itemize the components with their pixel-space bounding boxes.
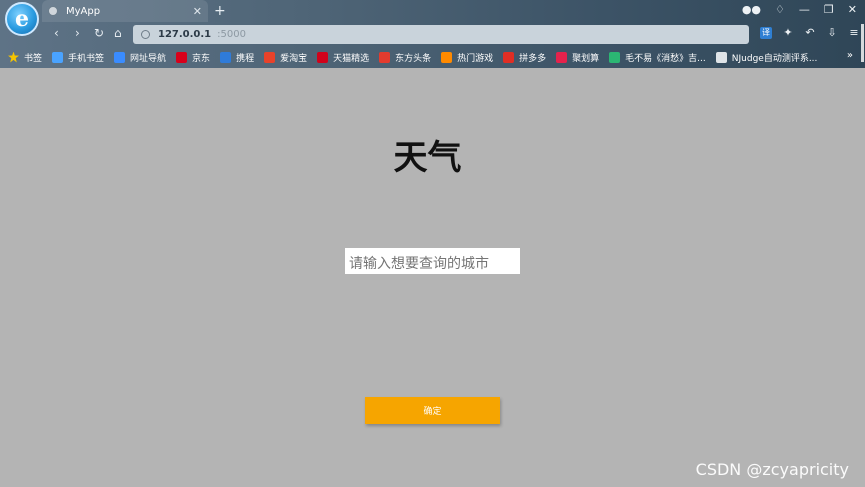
bookmark-label: 拼多多 xyxy=(519,53,547,64)
bookmark-icon xyxy=(52,51,64,63)
bookmark-item[interactable]: 携程 xyxy=(220,51,254,64)
bookmark-label: 毛不易《消愁》吉... xyxy=(625,53,706,64)
bookmark-item[interactable]: 毛不易《消愁》吉... xyxy=(609,51,706,64)
bookmark-item[interactable]: 热门游戏 xyxy=(441,51,493,64)
close-window-button[interactable]: ✕ xyxy=(848,3,857,16)
menu-icon[interactable]: ≡ xyxy=(848,27,860,39)
undo-icon[interactable]: ↶ xyxy=(804,27,816,39)
mask-icon[interactable]: ●● xyxy=(742,3,761,16)
tab-myapp[interactable]: MyApp ✕ xyxy=(42,0,208,22)
bookmark-label: 京东 xyxy=(192,53,211,64)
bookmark-item[interactable]: 网址导航 xyxy=(114,51,166,64)
bookmark-icon xyxy=(114,51,126,63)
bookmark-label: 天猫精选 xyxy=(333,53,370,64)
bookmark-item[interactable]: 东方头条 xyxy=(379,51,431,64)
bookmark-label: 热门游戏 xyxy=(457,53,494,64)
bookmarks-bar: 书签 手机书签 网址导航 京东 携程 爱淘宝 天猫精选 东方头条 热门游戏 拼多多 聚划算 毛不易《消… xyxy=(0,46,865,68)
bookmark-item[interactable]: NJudge自动测评系... xyxy=(715,51,818,64)
bookmark-item[interactable]: 拼多多 xyxy=(503,51,546,64)
address-url: 127.0.0.1 xyxy=(158,29,212,40)
minimize-button[interactable]: — xyxy=(799,3,810,16)
address-port: :5000 xyxy=(217,29,246,40)
browser-chrome: e MyApp ✕ + ●● ♢ — ❐ ✕ ‹ › ↻ ⌂ 127.0.0.1… xyxy=(0,0,865,68)
bookmark-icon xyxy=(556,51,568,63)
bookmark-label: 聚划算 xyxy=(572,53,600,64)
bookmark-label: 网址导航 xyxy=(130,53,167,64)
confirm-button[interactable]: 确定 xyxy=(365,397,500,424)
site-info-icon[interactable] xyxy=(141,30,150,39)
back-button[interactable]: ‹ xyxy=(54,26,59,40)
forward-button[interactable]: › xyxy=(75,26,80,40)
bookmark-icon xyxy=(176,51,188,63)
bookmark-item[interactable]: 京东 xyxy=(176,51,210,64)
new-tab-button[interactable]: + xyxy=(214,3,226,19)
bookmark-label: 携程 xyxy=(236,53,255,64)
reload-button[interactable]: ↻ xyxy=(94,26,104,40)
bookmarks-more-icon[interactable]: » xyxy=(847,50,853,61)
city-input[interactable] xyxy=(345,248,520,274)
bookmark-label: 爱淘宝 xyxy=(280,53,308,64)
bookmark-icon xyxy=(8,51,19,63)
bookmark-label: 手机书签 xyxy=(68,53,105,64)
toolbar-scroll-indicator xyxy=(861,24,864,62)
shirt-icon[interactable]: ♢ xyxy=(775,3,785,16)
bookmark-item[interactable]: 天猫精选 xyxy=(317,51,369,64)
bookmark-label: NJudge自动测评系... xyxy=(731,53,818,64)
window-controls: ●● ♢ — ❐ ✕ xyxy=(742,3,857,16)
bookmark-icon xyxy=(609,51,621,63)
bookmark-item[interactable]: 手机书签 xyxy=(52,51,104,64)
download-icon[interactable]: ⇩ xyxy=(826,27,838,39)
home-button[interactable]: ⌂ xyxy=(114,26,122,40)
csdn-watermark: CSDN @zcyapricity xyxy=(695,460,849,479)
browser-logo-icon[interactable]: e xyxy=(5,2,39,36)
page-title: 天气 xyxy=(393,138,462,178)
toolbar-icons: 译 ✦ ↶ ⇩ ≡ xyxy=(760,27,860,39)
bookmark-icon xyxy=(264,51,276,63)
bookmark-icon xyxy=(715,51,727,63)
bookmark-icon xyxy=(220,51,232,63)
bookmark-icon xyxy=(317,51,329,63)
bookmark-item[interactable]: 爱淘宝 xyxy=(264,51,307,64)
bookmark-item[interactable]: 书签 xyxy=(8,51,42,64)
bookmark-icon xyxy=(441,51,453,63)
tab-favicon-icon xyxy=(48,6,58,16)
translate-icon[interactable]: 译 xyxy=(760,27,772,39)
bookmark-icon xyxy=(379,51,391,63)
restore-button[interactable]: ❐ xyxy=(824,3,834,16)
bookmark-item[interactable]: 聚划算 xyxy=(556,51,599,64)
bookmark-label: 东方头条 xyxy=(395,53,432,64)
extensions-icon[interactable]: ✦ xyxy=(782,27,794,39)
tab-close-icon[interactable]: ✕ xyxy=(193,5,202,18)
tab-title: MyApp xyxy=(66,5,101,17)
bookmark-icon xyxy=(503,51,515,63)
page-content: 天气 确定 CSDN @zcyapricity xyxy=(0,68,865,487)
bookmark-label: 书签 xyxy=(24,53,43,64)
address-bar[interactable]: 127.0.0.1 :5000 xyxy=(133,25,749,44)
